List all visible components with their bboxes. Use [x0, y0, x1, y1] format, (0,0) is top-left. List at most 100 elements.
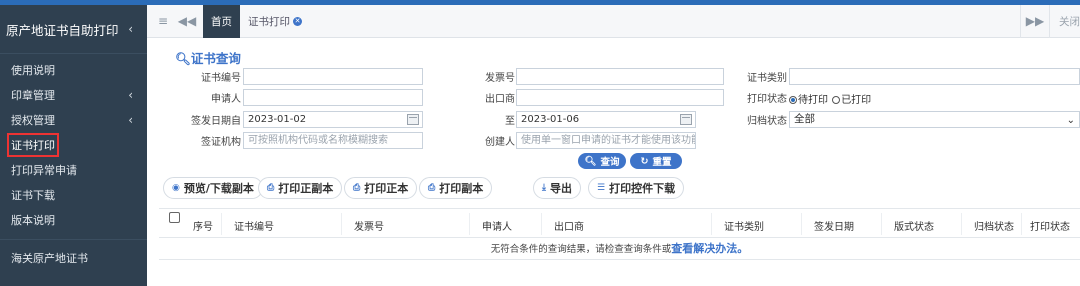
preview-download-button[interactable]: ◉ 预览/下载副本 [163, 177, 263, 199]
menu-icon[interactable]: ≡ [153, 14, 173, 28]
select-all-checkbox[interactable] [169, 212, 180, 223]
col-header-cert-type[interactable]: 证书类别 [724, 218, 764, 233]
issue-date-to-label: 至 [505, 116, 515, 127]
download-icon: ⤓ [542, 183, 546, 193]
applicant-label: 申请人 [211, 94, 241, 105]
scroll-right-icon[interactable]: ▶▶ [1021, 14, 1049, 28]
query-title: 🔍︎证书查询 [175, 51, 241, 66]
calendar-icon[interactable] [680, 114, 692, 125]
divider [341, 213, 342, 235]
printer-icon: ⎙ [353, 183, 361, 193]
creator-input[interactable]: 使用单一窗口申请的证书才能使用该功能 [516, 132, 696, 149]
export-button[interactable]: ⤓ 导出 [533, 177, 581, 199]
close-icon[interactable]: ✕ [293, 16, 302, 26]
empty-result-row: 无符合条件的查询结果，请检查查询条件或查看解决办法。 [159, 238, 1080, 260]
eye-icon: ◉ [172, 183, 180, 193]
creator-label: 创建人 [485, 137, 515, 148]
col-header-print-status[interactable]: 打印状态 [1030, 218, 1070, 233]
exporter-input[interactable] [516, 89, 724, 106]
sidebar-title-text: 原产地证书自助打印 [6, 22, 119, 38]
sidebar-item-label: 版本说明 [11, 213, 55, 227]
sidebar-item-cert-download[interactable]: 证书下载 [0, 182, 147, 207]
issue-date-from-label: 签发日期自 [191, 116, 241, 127]
divider [801, 213, 802, 235]
col-header-exporter[interactable]: 出口商 [554, 218, 584, 233]
main-content: 🔍︎证书查询 证书编号 发票号 证书类别 申请人 出口商 打印状态 待打印 已打… [147, 38, 1080, 286]
tab-bar: ≡ ◀◀ 首页 证书打印 ✕ ▶▶ 关闭 [147, 4, 1080, 38]
col-header-index[interactable]: 序号 [193, 218, 213, 233]
archive-status-label: 归档状态 [747, 116, 787, 127]
sidebar-title[interactable]: 原产地证书自助打印 ‹ [0, 5, 147, 54]
col-header-archive-status[interactable]: 归档状态 [974, 218, 1014, 233]
agency-label: 签证机构 [201, 137, 241, 148]
sidebar-footer-label: 海关原产地证书 [11, 252, 88, 265]
divider [961, 213, 962, 235]
divider [711, 213, 712, 235]
chevron-left-icon: ‹ [128, 87, 133, 102]
invoice-no-input[interactable] [516, 68, 724, 85]
search-button[interactable]: 🔍︎ 查询 [578, 153, 626, 169]
sidebar-divider [0, 239, 147, 240]
radio-printed[interactable] [832, 96, 841, 104]
divider [881, 213, 882, 235]
invoice-no-label: 发票号 [485, 73, 515, 84]
close-tabs-button[interactable]: 关闭 [1050, 14, 1080, 29]
print-status-label: 打印状态 [747, 94, 787, 105]
sidebar-item-label: 证书下载 [11, 188, 55, 202]
exporter-label: 出口商 [485, 94, 515, 105]
refresh-icon: ↻ [640, 155, 649, 167]
divider [221, 213, 222, 235]
divider [1021, 213, 1022, 235]
empty-result-text: 无符合条件的查询结果，请检查查询条件或 [490, 244, 672, 255]
cert-type-input[interactable] [789, 68, 1080, 85]
col-header-issue-date[interactable]: 签发日期 [814, 218, 854, 233]
archive-status-select[interactable]: 全部 ⌄ [789, 111, 1080, 128]
print-status-radios: 待打印 已打印 [789, 91, 871, 106]
sidebar-item-cert-print[interactable]: 证书打印 [0, 132, 147, 157]
divider [469, 213, 470, 235]
issue-date-from-input[interactable]: 2023-01-02 [243, 111, 423, 128]
radio-pending[interactable] [789, 96, 797, 104]
col-header-applicant[interactable]: 申请人 [482, 218, 512, 233]
tab-home[interactable]: 首页 [203, 4, 240, 38]
search-icon: 🔍︎ [584, 155, 597, 167]
col-header-invoice-no[interactable]: 发票号 [354, 218, 384, 233]
print-original-button[interactable]: ⎙ 打印正本 [344, 177, 418, 199]
print-duplicate-button[interactable]: ⎙ 打印副本 [419, 177, 493, 199]
sidebar-item-usage[interactable]: 使用说明 [0, 57, 147, 82]
calendar-icon[interactable] [407, 114, 419, 125]
sidebar-item-seal[interactable]: 印章管理 ‹ [0, 82, 147, 107]
cert-no-input[interactable] [243, 68, 423, 85]
sidebar-item-label: 授权管理 [11, 113, 55, 127]
agency-input[interactable]: 可按照机构代码或名称模糊搜索 [243, 132, 423, 149]
tab-bar-right: ▶▶ 关闭 [1020, 4, 1080, 38]
sidebar-item-label: 印章管理 [11, 88, 55, 102]
view-solution-link[interactable]: 查看解决办法。 [671, 242, 748, 255]
search-icon: 🔍︎ [175, 51, 191, 66]
tab-cert-print[interactable]: 证书打印 ✕ [240, 5, 310, 38]
sidebar-footer-link[interactable]: 海关原产地证书 [0, 244, 147, 272]
tab-cert-print-label: 证书打印 [248, 15, 290, 28]
print-copy-button[interactable]: ⎙ 打印正副本 [258, 177, 343, 199]
cert-type-label: 证书类别 [747, 73, 787, 84]
printer-icon: ⎙ [267, 183, 275, 193]
table-header: 序号 证书编号 发票号 申请人 出口商 证书类别 签发日期 版式状态 归档状态 … [159, 208, 1080, 238]
chevron-left-icon[interactable]: ‹ [128, 22, 133, 36]
print-control-download-button[interactable]: ☰ 打印控件下载 [588, 177, 685, 199]
sidebar-item-version[interactable]: 版本说明 [0, 207, 147, 232]
sidebar-item-print-exception[interactable]: 打印异常申请 [0, 157, 147, 182]
divider [541, 213, 542, 235]
sidebar: 原产地证书自助打印 ‹ 使用说明 印章管理 ‹ 授权管理 ‹ 证书打印 打印异常… [0, 5, 147, 286]
col-header-format-status[interactable]: 版式状态 [894, 218, 934, 233]
cert-no-label: 证书编号 [201, 73, 241, 84]
col-header-cert-no[interactable]: 证书编号 [234, 218, 274, 233]
printer-icon: ⎙ [428, 183, 436, 193]
issue-date-to-input[interactable]: 2023-01-06 [516, 111, 696, 128]
sidebar-item-label: 使用说明 [11, 63, 55, 77]
chevron-down-icon: ⌄ [1066, 115, 1075, 126]
scroll-left-icon[interactable]: ◀◀ [177, 14, 197, 28]
sidebar-item-auth[interactable]: 授权管理 ‹ [0, 107, 147, 132]
applicant-input[interactable] [243, 89, 423, 106]
reset-button[interactable]: ↻ 重置 [630, 153, 682, 169]
chevron-left-icon: ‹ [128, 112, 133, 127]
